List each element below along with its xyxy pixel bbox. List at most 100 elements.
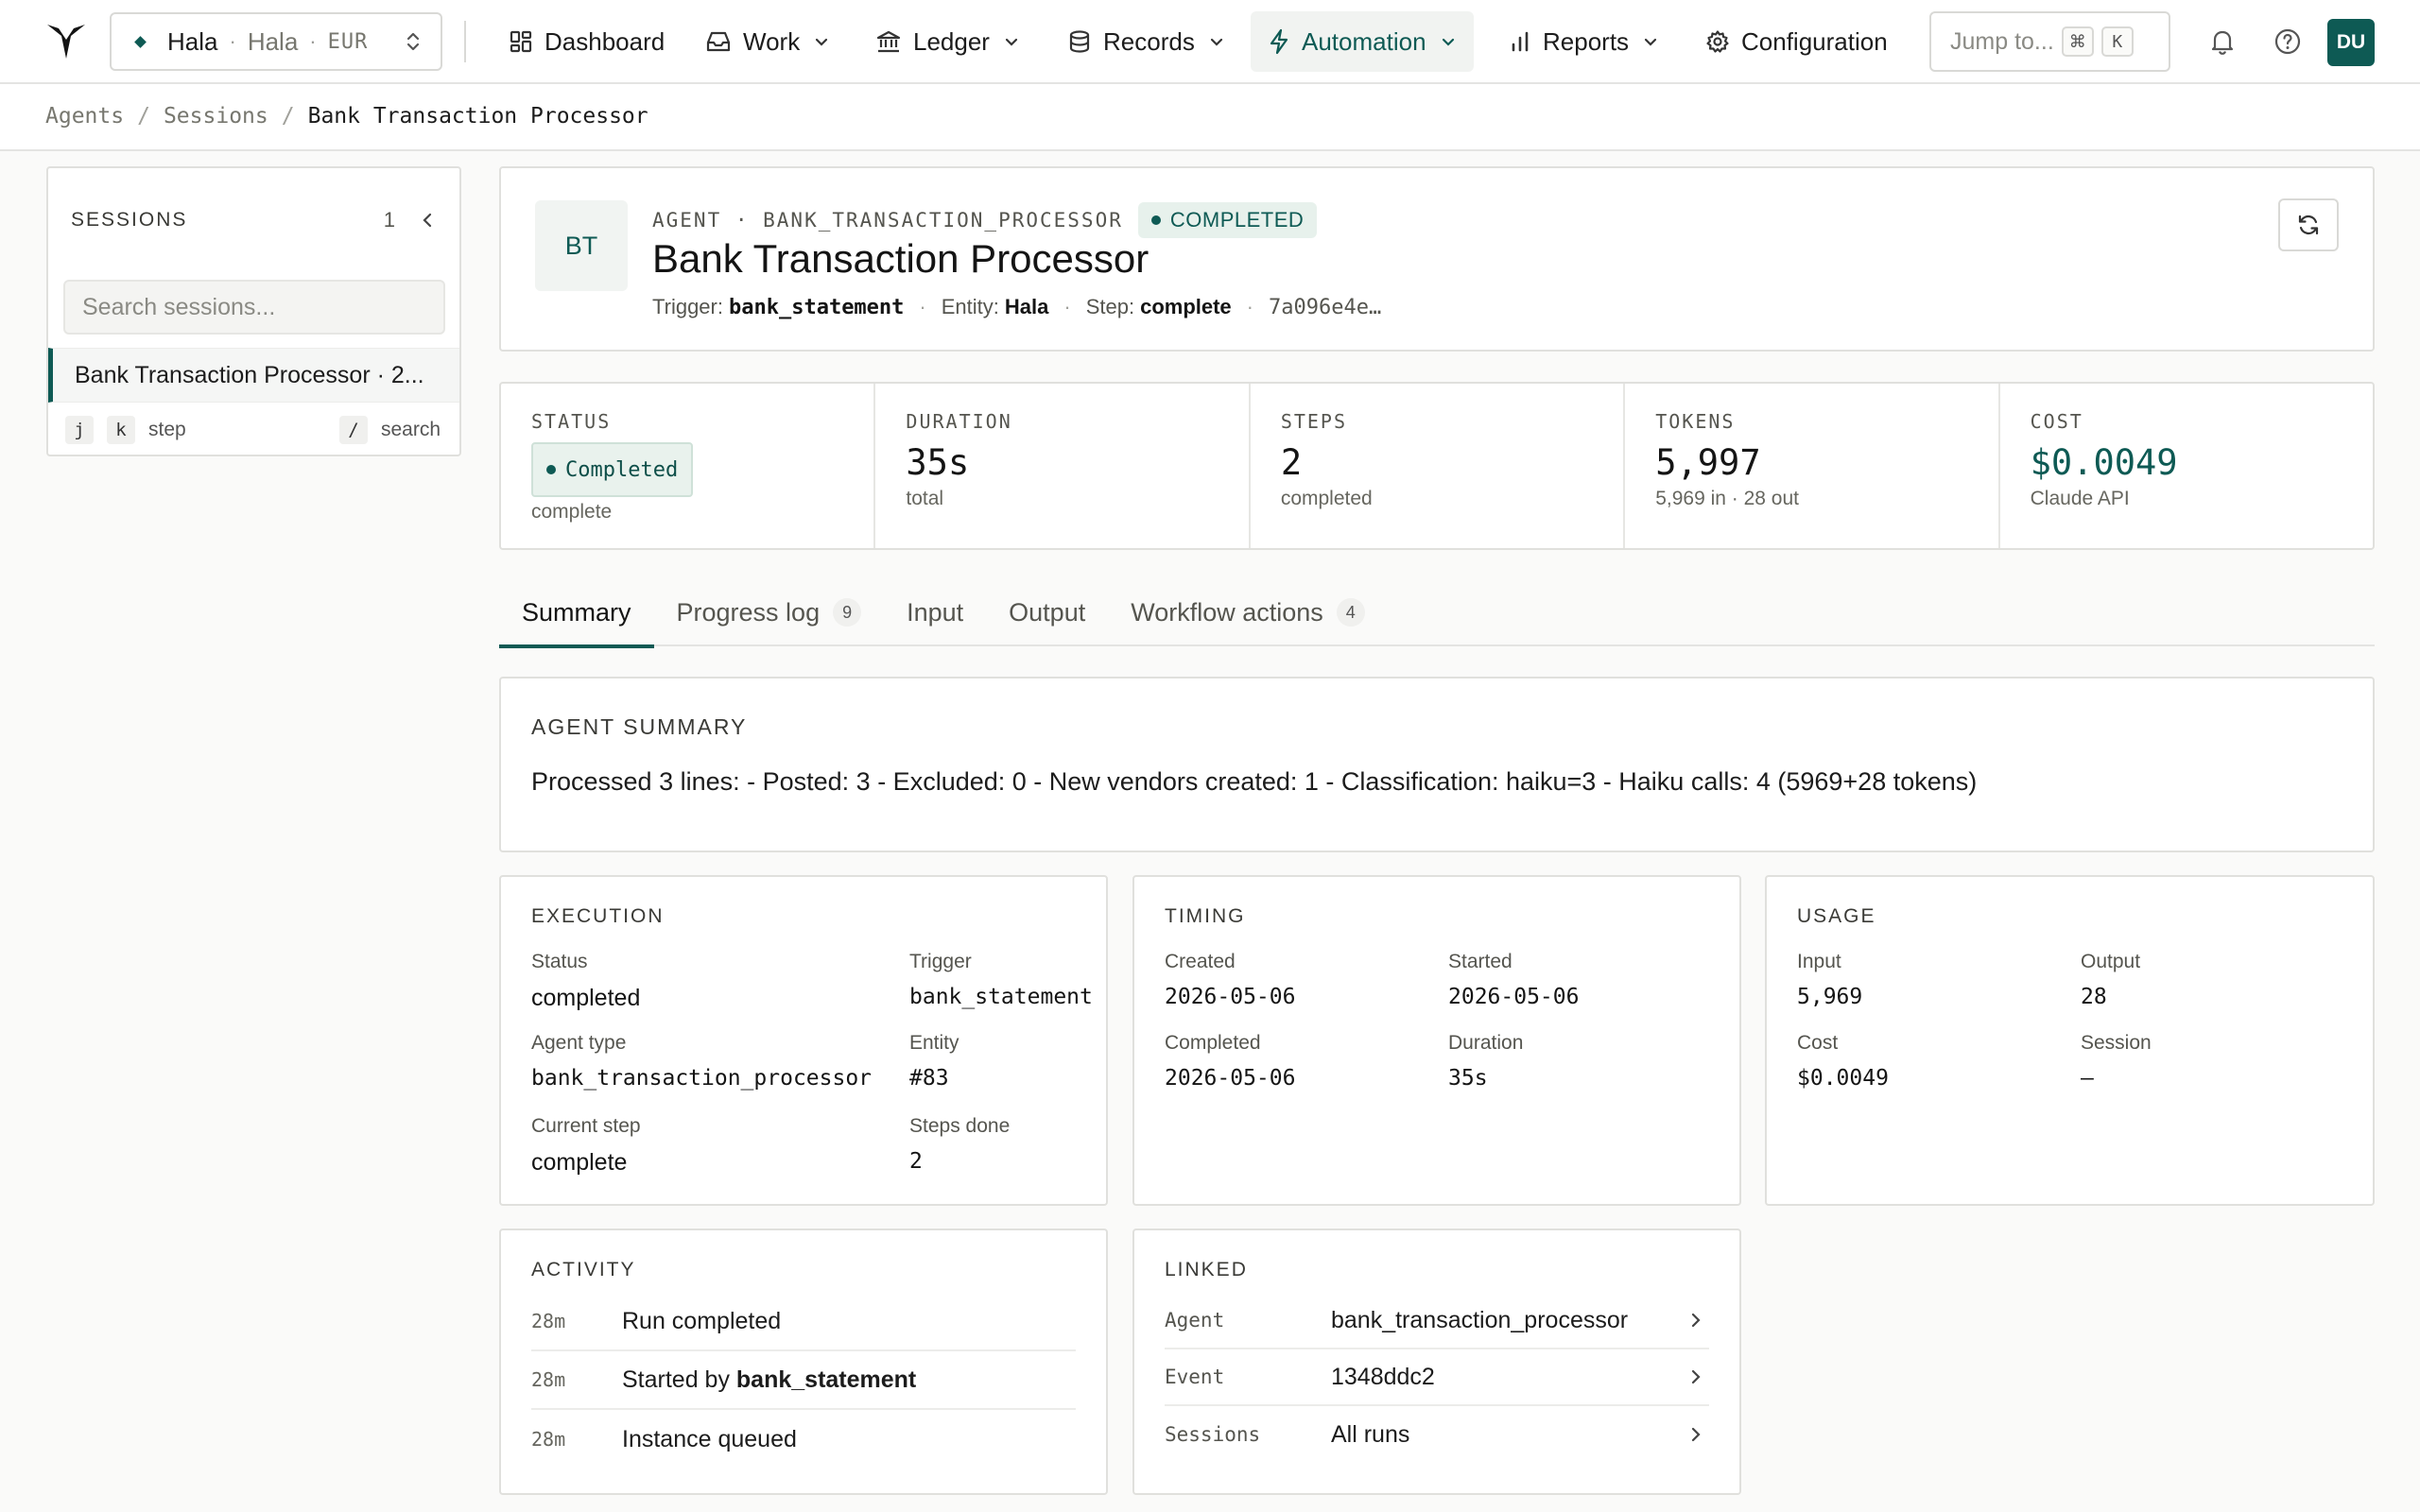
agent-meta: AGENT · BANK_TRANSACTION_PROCESSOR bbox=[652, 209, 1123, 232]
tab-count-badge: 9 bbox=[833, 598, 862, 627]
tab-workflow-actions[interactable]: Workflow actions 4 bbox=[1108, 578, 1388, 646]
linked-card: LINKED Agent bank_transaction_processor … bbox=[1132, 1228, 1741, 1495]
inbox-icon bbox=[706, 31, 731, 52]
nav-reports[interactable]: Reports bbox=[1492, 11, 1676, 72]
status-dot-icon bbox=[546, 465, 556, 474]
chevron-up-down-icon bbox=[406, 32, 420, 51]
agent-header-card: BT AGENT · BANK_TRANSACTION_PROCESSOR CO… bbox=[499, 166, 2375, 352]
tab-bar: Summary Progress log 9 Input Output Workf… bbox=[499, 578, 2375, 648]
entity-name: Hala bbox=[167, 26, 218, 56]
nav-ledger[interactable]: Ledger bbox=[858, 11, 1037, 72]
stat-steps: STEPS 2 completed bbox=[1251, 384, 1626, 548]
linked-agent-row[interactable]: Agent bank_transaction_processor bbox=[1165, 1293, 1709, 1349]
sessions-panel: SESSIONS 1 Search sessions... Bank Trans… bbox=[46, 166, 461, 456]
help-icon[interactable] bbox=[2272, 26, 2304, 58]
chevron-down-icon bbox=[1005, 38, 1018, 46]
execution-trigger: bank_statement bbox=[909, 985, 1093, 1009]
linked-event-row[interactable]: Event 1348ddc2 bbox=[1165, 1349, 1709, 1406]
stats-row: STATUS Completed complete DURATION 35s t… bbox=[499, 382, 2375, 550]
activity-card: ACTIVITY 28m Run completed 28m Started b… bbox=[499, 1228, 1108, 1495]
summary-title: AGENT SUMMARY bbox=[531, 714, 748, 739]
top-nav: Hala · Hala · EUR Dashboard Work Ledger … bbox=[0, 0, 2420, 84]
chevron-left-icon[interactable] bbox=[420, 211, 437, 230]
refresh-button[interactable] bbox=[2278, 198, 2339, 251]
breadcrumb-sessions[interactable]: Sessions bbox=[164, 104, 268, 129]
nav-automation[interactable]: Automation bbox=[1251, 11, 1474, 72]
entity-currency: EUR bbox=[327, 29, 369, 54]
chevron-down-icon bbox=[1442, 38, 1454, 46]
kbd-cmd: ⌘ bbox=[2061, 26, 2094, 57]
jump-to-button[interactable]: Jump to... ⌘ K bbox=[1929, 11, 2170, 72]
usage-output: 28 bbox=[2081, 985, 2107, 1009]
chevron-down-icon bbox=[1644, 38, 1657, 46]
usage-session: — bbox=[2081, 1066, 2094, 1091]
stat-status: STATUS Completed complete bbox=[501, 384, 876, 548]
dashboard-icon bbox=[510, 30, 532, 53]
agent-summary-card: AGENT SUMMARY Processed 3 lines: - Poste… bbox=[499, 677, 2375, 852]
execution-status: completed bbox=[531, 985, 641, 1011]
linked-sessions-row[interactable]: Sessions All runs bbox=[1165, 1406, 1709, 1463]
bell-icon[interactable] bbox=[2206, 26, 2238, 58]
nav-dashboard[interactable]: Dashboard bbox=[492, 11, 695, 72]
usage-cost: $0.0049 bbox=[1797, 1066, 1889, 1091]
database-icon bbox=[1069, 30, 1090, 53]
refresh-icon bbox=[2298, 215, 2319, 235]
timing-card: TIMING Created 2026-05-06 Started 2026-0… bbox=[1132, 875, 1741, 1206]
stat-cost: COST $0.0049 Claude API bbox=[2030, 410, 2178, 509]
timing-created: 2026-05-06 bbox=[1165, 985, 1296, 1009]
execution-agent-type: bank_transaction_processor bbox=[531, 1066, 873, 1091]
breadcrumb-agents[interactable]: Agents bbox=[45, 104, 124, 129]
agent-badge: BT bbox=[535, 200, 628, 291]
entity-switcher[interactable]: Hala · Hala · EUR bbox=[110, 12, 442, 71]
timing-completed: 2026-05-06 bbox=[1165, 1066, 1296, 1091]
tab-progress-log[interactable]: Progress log 9 bbox=[654, 578, 885, 646]
kbd-k: K bbox=[2100, 26, 2134, 57]
chevron-down-icon bbox=[1210, 38, 1222, 46]
nav-records[interactable]: Records bbox=[1050, 11, 1242, 72]
sessions-count: 1 bbox=[383, 208, 395, 232]
agent-trigger: bank_statement bbox=[728, 295, 905, 319]
agent-hash: 7a096e4e… bbox=[1269, 295, 1382, 319]
execution-entity: #83 bbox=[909, 1066, 949, 1091]
execution-steps-done: 2 bbox=[909, 1149, 923, 1174]
page-title: Bank Transaction Processor bbox=[652, 236, 1150, 281]
activity-row: 28m Instance queued bbox=[531, 1425, 797, 1452]
nav-work[interactable]: Work bbox=[688, 11, 847, 72]
tab-count-badge: 4 bbox=[1336, 598, 1365, 627]
status-chip: Completed bbox=[531, 442, 694, 497]
entity-diamond-icon bbox=[134, 35, 147, 48]
agent-step: complete bbox=[1140, 295, 1232, 318]
logo-icon[interactable] bbox=[45, 23, 87, 60]
tab-output[interactable]: Output bbox=[986, 578, 1108, 646]
session-list-item[interactable]: Bank Transaction Processor · 2... bbox=[48, 348, 459, 403]
summary-text: Processed 3 lines: - Posted: 3 - Exclude… bbox=[531, 767, 1978, 796]
stat-tokens: TOKENS 5,997 5,969 in · 28 out bbox=[1625, 384, 2000, 548]
bank-icon bbox=[876, 30, 901, 53]
chevron-right-icon bbox=[1691, 1427, 1701, 1442]
status-badge: COMPLETED bbox=[1137, 202, 1318, 238]
tab-summary[interactable]: Summary bbox=[499, 578, 654, 648]
breadcrumb-current: Bank Transaction Processor bbox=[307, 104, 648, 129]
tab-input[interactable]: Input bbox=[884, 578, 986, 646]
timing-duration: 35s bbox=[1448, 1066, 1488, 1091]
chevron-right-icon bbox=[1691, 1313, 1701, 1328]
usage-card: USAGE Input 5,969 Output 28 Cost $0.0049… bbox=[1765, 875, 2375, 1206]
entity-sub: Hala bbox=[247, 26, 299, 56]
chevron-right-icon bbox=[1691, 1369, 1701, 1384]
keyboard-hints: j k step / search bbox=[65, 416, 441, 444]
agent-entity: Hala bbox=[1004, 295, 1049, 318]
nav-configuration[interactable]: Configuration bbox=[1688, 11, 1918, 72]
stat-duration: DURATION 35s total bbox=[875, 384, 1251, 548]
user-avatar[interactable]: DU bbox=[2327, 19, 2375, 66]
lightning-icon bbox=[1270, 28, 1288, 55]
execution-card: EXECUTION Status completed Trigger bank_… bbox=[499, 875, 1108, 1206]
chevron-down-icon bbox=[816, 38, 828, 46]
usage-input: 5,969 bbox=[1797, 985, 1863, 1009]
jump-label: Jump to... bbox=[1950, 27, 2054, 55]
agent-subline: Trigger: bank_statement · Entity: Hala ·… bbox=[652, 295, 1382, 319]
gear-icon bbox=[1706, 30, 1729, 53]
bar-chart-icon bbox=[1512, 31, 1529, 52]
status-dot-icon bbox=[1150, 215, 1161, 225]
activity-row: 28m Run completed bbox=[531, 1293, 1076, 1351]
search-sessions-input[interactable]: Search sessions... bbox=[63, 280, 445, 335]
